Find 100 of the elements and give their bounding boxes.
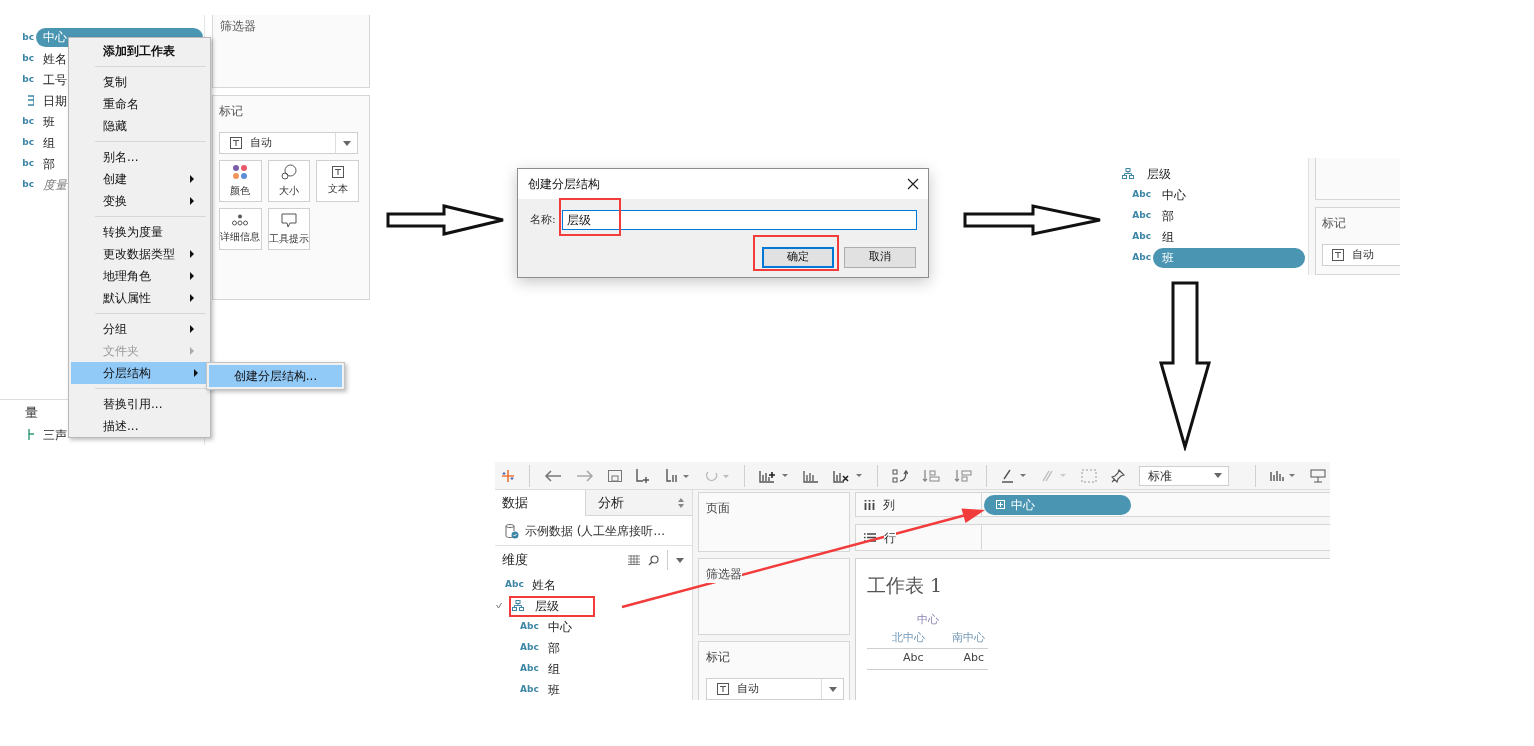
name-field[interactable]: 层级 (562, 210, 917, 230)
pin-icon[interactable] (1111, 468, 1125, 483)
field-name[interactable]: 组 (36, 133, 55, 152)
menu-item[interactable]: 复制 (71, 71, 206, 93)
sort-descending-icon[interactable] (954, 468, 972, 483)
highlighter-icon[interactable] (1001, 468, 1027, 483)
data-type-label: bc (22, 72, 34, 86)
marks-card[interactable]: 详细信息 (219, 208, 262, 250)
field-name[interactable]: 组 (547, 659, 560, 678)
data-type-label: bc (22, 30, 34, 44)
expand-plus-icon[interactable] (996, 500, 1005, 509)
panel-title: 页面 (706, 500, 731, 517)
menu-item[interactable]: 转换为度量 (71, 221, 206, 243)
marks-card[interactable]: 大小 (267, 160, 311, 202)
field-name[interactable]: 三声 (36, 425, 67, 444)
swap-icon[interactable] (892, 468, 908, 483)
table-cell-text: Abc (901, 650, 925, 667)
menu-item[interactable]: 添加到工作表 (71, 40, 206, 62)
column-header: 南中心 (951, 629, 986, 646)
section-heading: 量 (25, 404, 38, 422)
up-down-icon (678, 497, 684, 508)
data-type-label: bc (22, 51, 34, 65)
data-type-label: Abc (1132, 208, 1151, 222)
duplicate-sheet-icon[interactable] (666, 468, 690, 483)
field-name[interactable]: 中心 (547, 617, 572, 636)
close-icon[interactable] (907, 178, 919, 190)
detail-dots-icon (232, 214, 249, 226)
menu-item[interactable]: 描述... (71, 415, 206, 437)
show-me-icon[interactable] (1270, 468, 1296, 483)
marks-card[interactable]: 颜色 (219, 160, 262, 202)
data-type-label: Abc (520, 640, 539, 654)
table-chart-icon[interactable] (803, 468, 819, 483)
field-name[interactable]: 班 (547, 680, 560, 699)
data-source-name[interactable]: 示例数据 (人工坐席接听... (525, 521, 665, 540)
field-name[interactable]: 中心 (1153, 185, 1186, 204)
field-name[interactable]: 日期 (36, 91, 67, 110)
columns-icon (864, 499, 875, 510)
presentation-icon[interactable] (1310, 468, 1326, 483)
menu-item[interactable]: 默认属性 (71, 287, 206, 309)
fit-dropdown[interactable]: 标准 (1139, 465, 1229, 486)
field-name[interactable]: 部 (547, 638, 560, 657)
search-icon[interactable] (648, 554, 659, 566)
bar-chart-plus-icon[interactable] (759, 468, 789, 483)
ok-button[interactable]: 确定 (762, 247, 834, 268)
text-icon (230, 137, 242, 149)
data-type-label: bc (22, 156, 34, 170)
field-name[interactable]: 部 (36, 154, 55, 173)
field-name[interactable]: 工号 (36, 70, 67, 89)
data-type-label: Abc (520, 619, 539, 633)
highlight-box (559, 198, 621, 236)
field-name[interactable]: 度量 (36, 175, 67, 194)
text-icon (717, 683, 729, 695)
data-type-label: bc (22, 177, 34, 191)
dropdown-caret-icon (676, 557, 684, 563)
forward-arrow-icon[interactable] (576, 469, 594, 482)
logo-icon[interactable] (501, 468, 515, 483)
menu-item[interactable]: 别名... (71, 146, 206, 168)
menu-item[interactable]: 创建分层结构... (209, 365, 342, 387)
clear-chart-icon[interactable] (833, 468, 863, 483)
expand-icon[interactable] (496, 602, 502, 609)
menu-item[interactable]: 分组 (71, 318, 206, 340)
field-label: 名称: (530, 211, 557, 228)
mark-type-dropdown[interactable]: 自动 (706, 678, 844, 700)
submenu-arrow-icon (190, 175, 194, 183)
column-header: 北中心 (890, 629, 926, 646)
save-icon[interactable] (608, 469, 622, 482)
field-name[interactable]: 组 (1153, 227, 1174, 246)
field-name[interactable]: 部 (1153, 206, 1174, 225)
data-type-label: bc (22, 135, 34, 149)
column-header: 中心 (915, 611, 940, 628)
field-name[interactable]: 姓名 (531, 575, 556, 594)
menu-item[interactable]: 地理角色 (71, 265, 206, 287)
size-icon (281, 164, 297, 180)
field-name[interactable]: 层级 (535, 596, 559, 615)
list-view-icon[interactable] (628, 555, 640, 565)
field-name[interactable]: 层级 (1147, 164, 1171, 183)
window-title: 创建分层结构 (528, 176, 600, 193)
field-name[interactable]: 姓名 (36, 49, 67, 68)
back-arrow-icon[interactable] (544, 469, 562, 482)
menu-item[interactable]: 隐藏 (71, 115, 206, 137)
data-type-label: Abc (520, 661, 539, 675)
menu-item[interactable]: 更改数据类型 (71, 243, 206, 265)
menu-item[interactable]: 变换 (71, 190, 206, 212)
panel-tab[interactable]: 分析 (585, 490, 692, 516)
add-sheet-icon[interactable] (636, 468, 652, 483)
submenu-arrow-icon (190, 347, 194, 355)
submenu-arrow-icon (190, 294, 194, 302)
sort-ascending-icon[interactable] (922, 468, 940, 483)
menu-item[interactable]: 替换引用... (71, 393, 206, 415)
mark-type-dropdown[interactable]: 自动 (1322, 244, 1400, 266)
menu-item[interactable]: 重命名 (71, 93, 206, 115)
marks-card[interactable]: 工具提示 (267, 208, 311, 250)
marks-card[interactable]: 文本 (316, 160, 359, 202)
menu-item[interactable]: 创建 (71, 168, 206, 190)
mark-type-dropdown[interactable]: 自动 (219, 132, 358, 154)
cancel-button[interactable]: 取消 (844, 247, 916, 268)
text-icon (331, 166, 344, 178)
measure-icon (28, 429, 34, 440)
hierarchy-icon (512, 600, 524, 611)
field-name[interactable]: 班 (36, 112, 55, 131)
